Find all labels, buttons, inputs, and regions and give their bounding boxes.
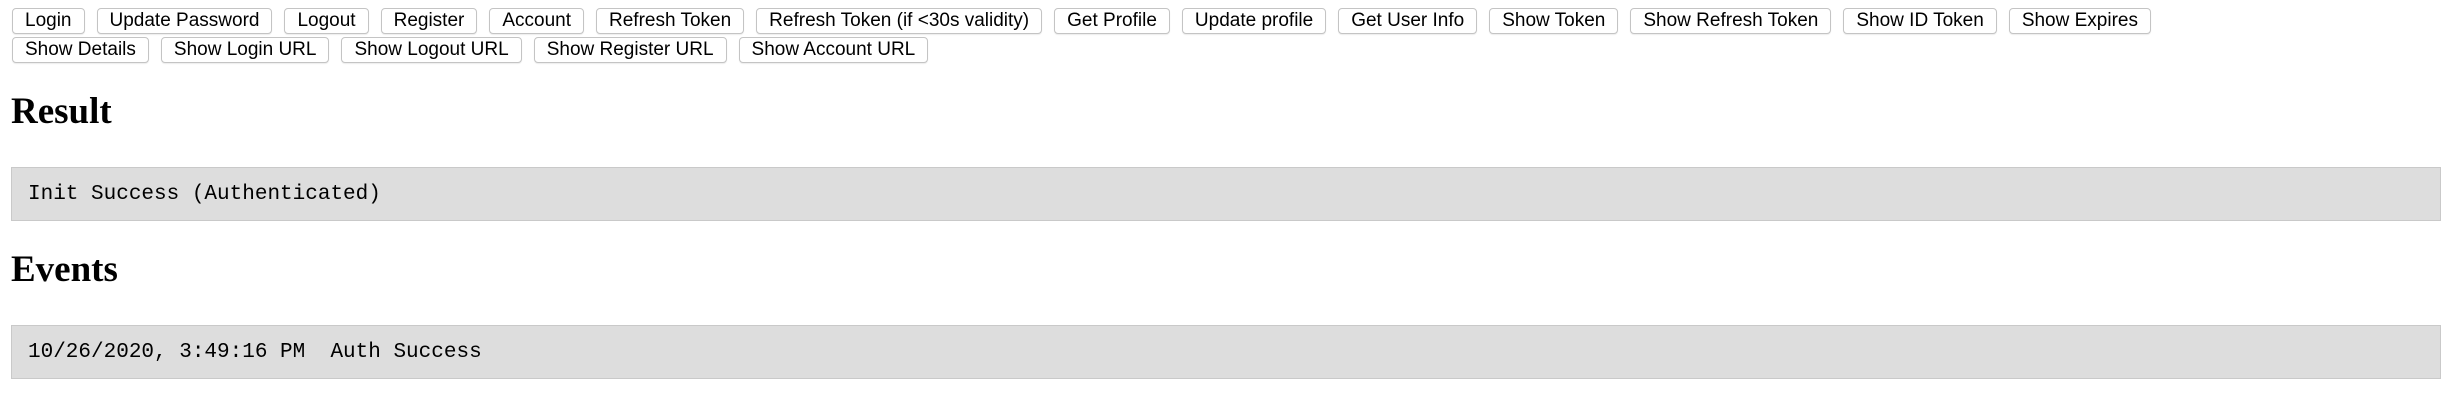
refresh-token-if-needed-button[interactable]: Refresh Token (if <30s validity)	[756, 8, 1043, 34]
get-profile-button[interactable]: Get Profile	[1054, 8, 1170, 34]
button-row-2: Show Details Show Login URL Show Logout …	[12, 37, 2442, 63]
events-heading: Events	[11, 249, 118, 290]
show-account-url-button[interactable]: Show Account URL	[738, 37, 929, 63]
account-button[interactable]: Account	[489, 8, 584, 34]
show-register-url-button[interactable]: Show Register URL	[533, 37, 727, 63]
button-row-1: Login Update Password Logout Register Ac…	[12, 8, 2442, 34]
refresh-token-button[interactable]: Refresh Token	[596, 8, 745, 34]
show-id-token-button[interactable]: Show ID Token	[1843, 8, 1997, 34]
show-logout-url-button[interactable]: Show Logout URL	[341, 37, 522, 63]
result-output: Init Success (Authenticated)	[11, 167, 2441, 221]
show-login-url-button[interactable]: Show Login URL	[160, 37, 330, 63]
register-button[interactable]: Register	[380, 8, 478, 34]
update-password-button[interactable]: Update Password	[96, 8, 273, 34]
update-profile-button[interactable]: Update profile	[1181, 8, 1327, 34]
result-heading: Result	[11, 91, 112, 132]
show-refresh-token-button[interactable]: Show Refresh Token	[1630, 8, 1832, 34]
show-expires-button[interactable]: Show Expires	[2008, 8, 2151, 34]
logout-button[interactable]: Logout	[284, 8, 369, 34]
events-output: 10/26/2020, 3:49:16 PM Auth Success	[11, 325, 2441, 379]
login-button[interactable]: Login	[12, 8, 85, 34]
button-toolbar: Login Update Password Logout Register Ac…	[12, 8, 2442, 66]
show-details-button[interactable]: Show Details	[12, 37, 149, 63]
show-token-button[interactable]: Show Token	[1489, 8, 1619, 34]
get-user-info-button[interactable]: Get User Info	[1338, 8, 1478, 34]
